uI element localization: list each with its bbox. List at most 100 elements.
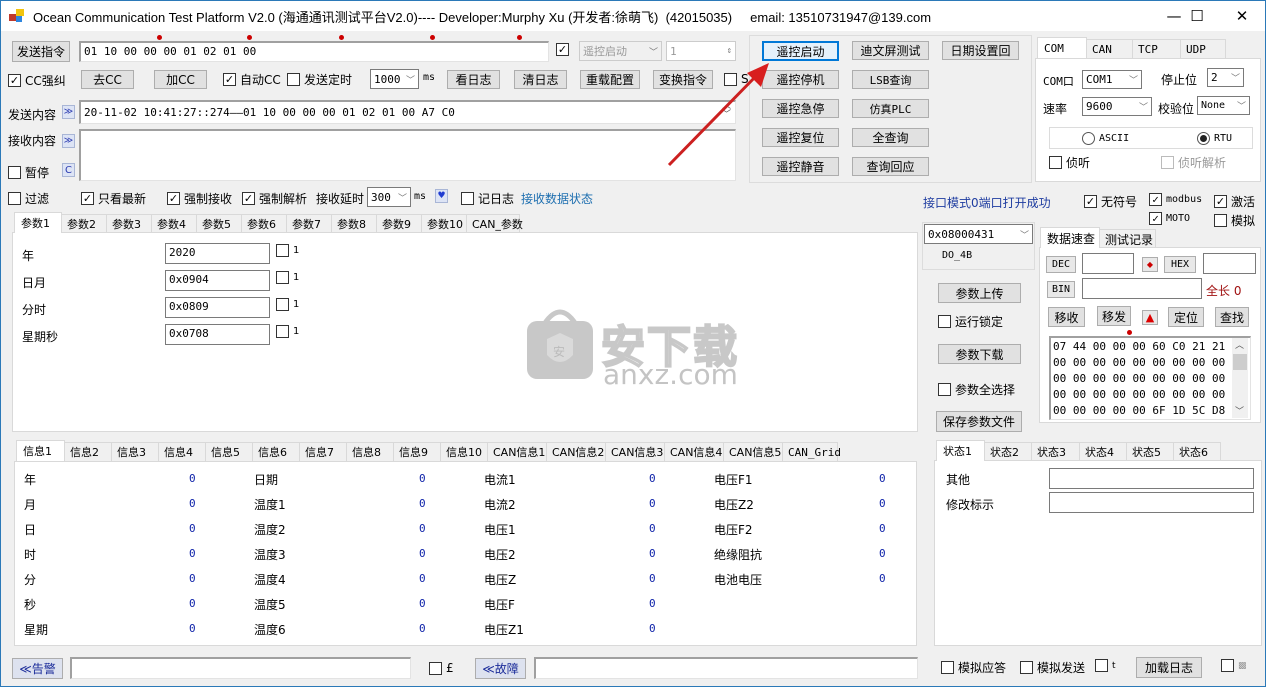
fault-field[interactable]	[534, 657, 918, 679]
state-input[interactable]	[1049, 492, 1254, 513]
param-input[interactable]: 2020	[165, 243, 270, 264]
tab-param[interactable]: 参数4	[151, 214, 197, 233]
unsigned-checkbox[interactable]: ✓ 无符号	[1084, 193, 1137, 210]
tab-info[interactable]: 信息3	[111, 442, 159, 461]
cc-force-checkbox[interactable]: ✓ CC强纠	[8, 72, 66, 89]
tab-state[interactable]: 状态2	[984, 442, 1032, 461]
param-download-button[interactable]: 参数下载	[938, 344, 1021, 364]
dec-input[interactable]	[1082, 253, 1134, 274]
tab-info[interactable]: CAN信息1	[487, 442, 547, 461]
remove-cc-button[interactable]: 去CC	[81, 70, 134, 89]
force-parse-checkbox[interactable]: ✓ 强制解析	[242, 190, 307, 207]
command-input[interactable]: 01 10 00 00 00 01 02 01 00	[79, 41, 549, 62]
remote-button[interactable]: LSB查询	[852, 70, 929, 89]
tab-info[interactable]: CAN信息5	[723, 442, 783, 461]
com-port-select[interactable]: COM1 ﹀	[1082, 70, 1142, 89]
listen-checkbox[interactable]: 侦听	[1049, 154, 1090, 171]
recv-content-field[interactable]	[79, 129, 736, 181]
tab-info[interactable]: 信息5	[205, 442, 253, 461]
tab-info[interactable]: 信息4	[158, 442, 206, 461]
force-recv-checkbox[interactable]: ✓ 强制接收	[167, 190, 232, 207]
tab-info[interactable]: 信息2	[64, 442, 112, 461]
save-param-file-button[interactable]: 保存参数文件	[936, 411, 1022, 432]
tab-param[interactable]: 参数9	[376, 214, 422, 233]
tab-info[interactable]: 信息10	[440, 442, 488, 461]
locate-button[interactable]: 定位	[1168, 307, 1204, 327]
moto-checkbox[interactable]: ✓ MOTO	[1149, 212, 1190, 225]
tab-param[interactable]: 参数2	[61, 214, 107, 233]
fault-button[interactable]: ≪故障	[475, 658, 526, 679]
tab-state[interactable]: 状态6	[1173, 442, 1221, 461]
tab-param[interactable]: 参数5	[196, 214, 242, 233]
mode-rtu-radio[interactable]: RTU	[1197, 132, 1232, 145]
recv-clear-button[interactable]: C	[62, 163, 75, 177]
param-input[interactable]: 0x0708	[165, 324, 270, 345]
tab-info[interactable]: CAN信息4	[664, 442, 724, 461]
run-lock-checkbox[interactable]: 运行锁定	[938, 313, 1003, 330]
listen-parse-checkbox[interactable]: 侦听解析	[1161, 154, 1226, 171]
parity-select[interactable]: None ﹀	[1197, 96, 1250, 115]
tab-info[interactable]: 信息7	[299, 442, 347, 461]
tab-state[interactable]: 状态5	[1126, 442, 1174, 461]
hex-button[interactable]: HEX	[1164, 256, 1196, 273]
address-select[interactable]: 0x08000431 ﹀	[924, 224, 1033, 244]
remote-checkbox[interactable]: ✓	[556, 43, 573, 56]
tab-param[interactable]: 参数3	[106, 214, 152, 233]
tab-state[interactable]: 状态4	[1079, 442, 1127, 461]
param-checkbox[interactable]: 1	[276, 271, 299, 284]
tab-info[interactable]: 信息9	[393, 442, 441, 461]
tab-info[interactable]: CAN信息3	[605, 442, 665, 461]
hex-input[interactable]	[1203, 253, 1256, 274]
hex-view[interactable]: 07 44 00 00 00 60 C0 21 21 00 00 00 00 0…	[1049, 336, 1251, 420]
pause-checkbox[interactable]: 暂停	[8, 164, 49, 181]
recv-expand-button[interactable]: ≫	[62, 134, 75, 148]
param-checkbox[interactable]: 1	[276, 244, 299, 257]
tab-com[interactable]: COM	[1037, 37, 1087, 58]
recv-status-link[interactable]: 接收数据状态	[521, 190, 593, 207]
tab-can[interactable]: CAN	[1086, 39, 1133, 58]
tab-param[interactable]: 参数7	[286, 214, 332, 233]
reload-config-button[interactable]: 重载配置	[580, 70, 640, 89]
param-checkbox[interactable]: 1	[276, 298, 299, 311]
remote-button[interactable]: 遥控启动	[762, 41, 839, 61]
tab-param[interactable]: 参数8	[331, 214, 377, 233]
remote-command-select[interactable]: 遥控启动 ﹀	[579, 41, 662, 61]
tab-param[interactable]: CAN_参数	[466, 214, 523, 233]
tab-udp[interactable]: UDP	[1180, 39, 1226, 58]
timed-send-checkbox[interactable]: 发送定时	[287, 71, 352, 88]
heart-button[interactable]: ♥	[435, 189, 448, 203]
remote-button[interactable]: 查询回应	[852, 157, 929, 176]
close-button[interactable]: ✕	[1219, 1, 1265, 31]
bin-button[interactable]: BIN	[1047, 281, 1075, 298]
alarm-field[interactable]	[70, 657, 411, 679]
remote-button[interactable]: 全查询	[852, 128, 929, 147]
alarm-button[interactable]: ≪告警	[12, 658, 63, 679]
state-input[interactable]	[1049, 468, 1254, 489]
param-input[interactable]: 0x0904	[165, 270, 270, 291]
tab-info[interactable]: 信息6	[252, 442, 300, 461]
remote-button[interactable]: 迪文屏测试	[852, 41, 929, 60]
remote-button[interactable]: 日期设置回	[942, 41, 1019, 60]
tab-tcp[interactable]: TCP	[1132, 39, 1181, 58]
mode-ascii-radio[interactable]: ASCII	[1082, 132, 1129, 145]
tab-param[interactable]: 参数10	[421, 214, 467, 233]
tab-info[interactable]: CAN_Grid	[782, 442, 841, 461]
param-checkbox[interactable]: 1	[276, 325, 299, 338]
tab-quick-lookup[interactable]: 数据速查	[1040, 227, 1100, 248]
maximize-button[interactable]: ☐	[1174, 1, 1220, 31]
clear-log-button[interactable]: 清日志	[514, 70, 567, 89]
interval-select[interactable]: 1000 ﹀	[370, 69, 419, 89]
param-upload-button[interactable]: 参数上传	[938, 283, 1021, 303]
send-content-field[interactable]: 20-11-02 10:41:27::274——01 10 00 00 00 0…	[79, 100, 736, 124]
find-button[interactable]: 查找	[1215, 307, 1249, 327]
count-spinner[interactable]: 1 ⇕	[666, 41, 736, 61]
tab-info[interactable]: 信息1	[16, 440, 65, 461]
modbus-checkbox[interactable]: ✓ modbus	[1149, 193, 1202, 206]
tab-param[interactable]: 参数1	[14, 212, 62, 233]
t-checkbox[interactable]: t	[1095, 659, 1116, 672]
param-input[interactable]: 0x0809	[165, 297, 270, 318]
log-checkbox[interactable]: 记日志	[461, 190, 514, 207]
move-recv-button[interactable]: 移收	[1048, 307, 1085, 327]
baud-select[interactable]: 9600 ﹀	[1082, 97, 1152, 116]
latest-only-checkbox[interactable]: ✓ 只看最新	[81, 190, 146, 207]
